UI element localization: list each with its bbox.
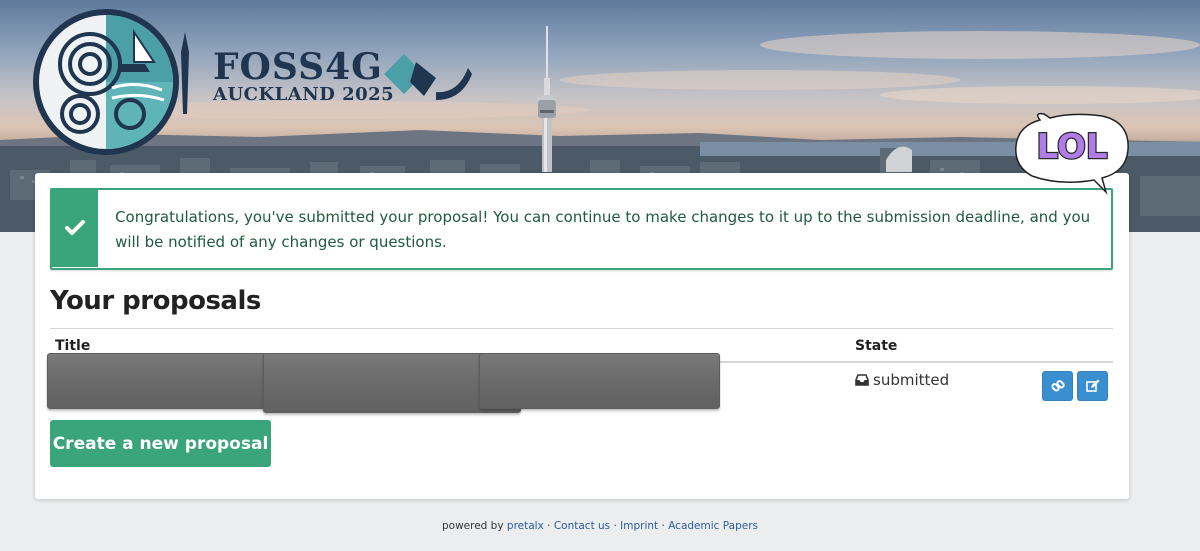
alert-message: Congratulations, you've submitted your p… <box>115 208 1091 251</box>
proposal-state: submitted <box>855 371 949 389</box>
footer-link-pretalx[interactable]: pretalx <box>507 520 544 532</box>
logo-title: FOSS4G <box>213 46 383 88</box>
alert-icon-panel <box>51 189 99 267</box>
proposals-table: Title State submitted <box>47 328 1113 415</box>
footer-separator: · <box>543 520 554 532</box>
proposal-link-button[interactable] <box>1042 371 1073 401</box>
footer-link-contact[interactable]: Contact us <box>554 520 610 532</box>
proposals-heading: Your proposals <box>50 286 261 316</box>
footer: powered by pretalx · Contact us · Imprin… <box>0 520 1200 532</box>
edit-icon <box>1085 379 1099 392</box>
proposal-edit-button[interactable] <box>1077 371 1108 401</box>
proposal-state-label: submitted <box>873 371 950 389</box>
footer-powered-text: powered by <box>442 520 507 532</box>
redacted-title-block <box>479 353 720 409</box>
lol-sticker: LOL <box>1015 112 1129 195</box>
sticker-text: LOL <box>1036 127 1107 167</box>
logo-wordmark: FOSS4G AUCKLAND 2025 <box>213 46 395 106</box>
footer-separator: · <box>658 520 669 532</box>
check-icon <box>64 220 85 235</box>
column-header-title: Title <box>55 338 91 354</box>
column-header-state: State <box>855 338 898 354</box>
footer-separator: · <box>610 520 621 532</box>
create-proposal-button[interactable]: Create a new proposal <box>50 420 271 467</box>
inbox-icon <box>855 374 869 386</box>
footer-link-academic-papers[interactable]: Academic Papers <box>668 520 758 532</box>
footer-link-imprint[interactable]: Imprint <box>620 520 658 532</box>
table-row: submitted <box>47 353 1113 415</box>
success-alert: Congratulations, you've submitted your p… <box>50 188 1113 270</box>
foss4g-emblem-logo <box>33 9 189 155</box>
foss4g-glyph-icon <box>384 54 472 100</box>
logo-subtitle: AUCKLAND 2025 <box>213 84 395 105</box>
main-card: Congratulations, you've submitted your p… <box>35 173 1129 499</box>
redacted-title-block <box>47 353 267 409</box>
link-icon <box>1050 380 1065 392</box>
